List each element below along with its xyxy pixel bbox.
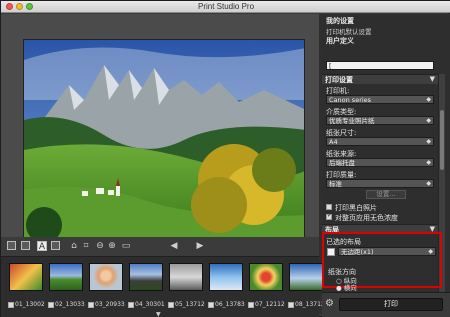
thumbnail[interactable]: 08_13712	[287, 263, 325, 315]
thumbnail-checkbox[interactable]	[248, 302, 254, 308]
thumbnail[interactable]: 02_13033	[47, 263, 85, 315]
thumbnail[interactable]: 07_12112	[247, 263, 285, 315]
fit-icon[interactable]: ▭	[121, 241, 131, 251]
zoom-out-icon[interactable]: ⊖	[95, 241, 105, 251]
thumbnail-image	[9, 263, 43, 291]
printer-default-item[interactable]: 打印机默认设置	[326, 26, 372, 36]
thumbnail-image	[49, 263, 83, 291]
print-settings-title: 打印设置	[325, 75, 353, 85]
thumbnail-checkbox[interactable]	[208, 302, 214, 308]
thumbnail-image	[289, 263, 323, 291]
thumbnail-name: 02_13033	[55, 301, 85, 308]
media-type-select[interactable]: 优质专业照片纸 ◆	[326, 116, 434, 125]
dropdown-icon: ◆	[428, 248, 433, 256]
preview-photo[interactable]	[23, 39, 305, 238]
lock-icon[interactable]: ⌂	[69, 241, 79, 251]
text-icon[interactable]: A	[37, 241, 47, 251]
thumbnail-image	[89, 263, 123, 291]
thumbnail-checkbox[interactable]	[128, 302, 134, 308]
gear-icon[interactable]: ⚙	[325, 299, 335, 309]
layout-preview-icon	[327, 248, 335, 256]
thumbnail-checkbox[interactable]	[48, 302, 54, 308]
printer-value: Canon series	[329, 96, 371, 104]
bw-print-checkbox[interactable]	[326, 204, 332, 210]
selected-layout-label: 已选的布局	[326, 237, 361, 247]
app-window: Print Studio Pro	[0, 0, 450, 317]
collapse-icon: ▼	[430, 75, 435, 83]
prev-icon[interactable]: ◀	[169, 241, 179, 251]
print-quality-value: 标准	[329, 180, 342, 188]
thumbnail-strip: 01_13002 02_13033 03_20933 04_30301 05_1…	[1, 256, 319, 317]
dropdown-icon: ◆	[426, 180, 431, 188]
thumbnail-image	[129, 263, 163, 291]
thumbnail-name: 05_13712	[175, 301, 205, 308]
color-correction-label: 对整页应用无色浓度	[335, 213, 398, 223]
dropdown-icon: ◆	[426, 117, 431, 125]
title-bar: Print Studio Pro	[1, 1, 450, 13]
zoom-in-icon[interactable]: ⊕	[107, 241, 117, 251]
mountain-landscape-image	[24, 40, 305, 238]
dropdown-icon: ◆	[426, 96, 431, 104]
thumbnail-name: 03_20933	[95, 301, 125, 308]
paper-size-value: A4	[329, 138, 338, 146]
thumbnail-checkbox[interactable]	[288, 302, 294, 308]
thumbnail-name: 06_13783	[215, 301, 245, 308]
layout-select[interactable]: 无边距(x1) ◆	[338, 247, 436, 256]
quality-settings-button[interactable]: 设置...	[366, 190, 406, 199]
my-settings-header: 我的设置	[326, 16, 354, 26]
thumbnail[interactable]: 06_13783	[207, 263, 245, 315]
thumbnail[interactable]: 03_20933	[87, 263, 125, 315]
color-correction-checkbox[interactable]	[326, 214, 332, 220]
thumbnail[interactable]: 05_13712	[167, 263, 205, 315]
print-quality-select[interactable]: 标准 ◆	[326, 179, 434, 188]
scrollbar-thumb[interactable]	[440, 110, 444, 170]
paper-size-select[interactable]: A4 ◆	[326, 137, 434, 146]
preview-toolbar: A ⌂ ⌗ ⊖ ⊕ ▭ ◀ ▶	[1, 237, 319, 256]
thumbnail-checkbox[interactable]	[88, 302, 94, 308]
print-button[interactable]: 打印	[339, 298, 443, 311]
paper-source-select[interactable]: 后端托盘 ◆	[326, 158, 434, 167]
thumbnail-checkbox[interactable]	[8, 302, 14, 308]
chevron-down-icon[interactable]: ▼	[156, 311, 161, 317]
crop-icon[interactable]: ⌗	[81, 241, 91, 251]
next-icon[interactable]: ▶	[195, 241, 205, 251]
layout-section-highlight: 已选的布局 无边距(x1)◆ 纸张方向 ○ 纵向 ● 横向	[322, 232, 442, 288]
preview-area	[1, 14, 319, 257]
layout-value: 无边距(x1)	[341, 248, 374, 256]
thumbnail[interactable]: 04_30301	[127, 263, 165, 315]
thumbnail-image	[169, 263, 203, 291]
dropdown-icon: ◆	[426, 138, 431, 146]
user-defined-item[interactable]: 用户定义	[326, 36, 354, 46]
dropdown-icon: ◆	[426, 159, 431, 167]
thumbnail-image	[249, 263, 283, 291]
thumbnail-name: 07_12112	[255, 301, 285, 308]
thumbnail-checkbox[interactable]	[168, 302, 174, 308]
rotate-left-icon[interactable]	[7, 241, 16, 250]
printer-select[interactable]: Canon series ◆	[326, 95, 434, 104]
paper-source-value: 后端托盘	[329, 159, 355, 167]
landscape-option[interactable]: ● 横向	[336, 282, 357, 292]
window-title: Print Studio Pro	[1, 2, 450, 11]
thumbnail-name: 08_13712	[295, 301, 325, 308]
settings-name-field[interactable]: [	[326, 61, 434, 70]
thumbnail-image	[209, 263, 243, 291]
print-settings-header[interactable]: 打印设置 ▼	[322, 74, 438, 84]
thumbnail-name: 04_30301	[135, 301, 165, 308]
thumbnail[interactable]: 01_13002	[7, 263, 45, 315]
rotate-right-icon[interactable]	[21, 241, 30, 250]
bw-print-label: 打印黑白照片	[335, 203, 377, 213]
landscape-label: 横向	[344, 284, 357, 292]
rect-icon[interactable]	[51, 241, 60, 250]
media-type-value: 优质专业照片纸	[329, 117, 375, 125]
thumbnail-name: 01_13002	[15, 301, 45, 308]
print-bar: ⚙ 打印	[322, 292, 450, 317]
